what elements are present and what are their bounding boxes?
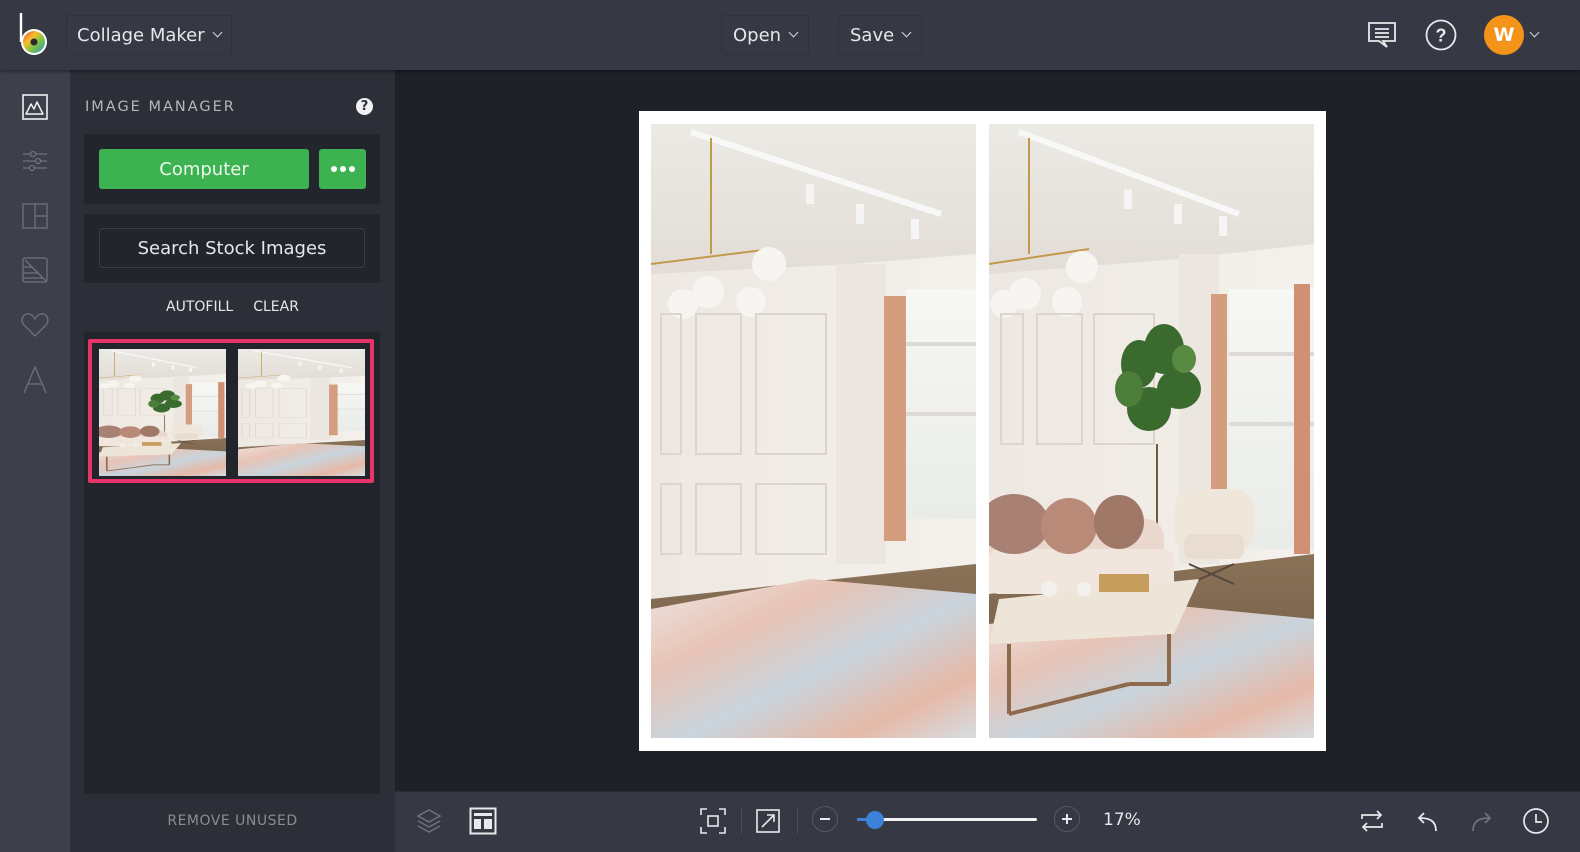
user-avatar[interactable]: W xyxy=(1484,15,1524,55)
zoom-slider-thumb[interactable] xyxy=(866,811,884,829)
collage-canvas xyxy=(639,111,1326,751)
zoom-in-button[interactable] xyxy=(1054,806,1080,832)
empty-room-photo xyxy=(238,349,365,476)
image-thumbnail-empty-room[interactable] xyxy=(238,349,365,476)
top-bar: Collage Maker Open Save ? W xyxy=(0,0,1580,70)
plus-icon xyxy=(1062,814,1072,824)
empty-room-photo xyxy=(651,124,976,738)
layout-icon xyxy=(22,203,48,229)
dot-icon xyxy=(348,166,355,172)
search-stock-images-button[interactable]: Search Stock Images xyxy=(99,228,365,268)
app-menu-dropdown[interactable]: Collage Maker xyxy=(66,15,232,55)
chevron-down-icon xyxy=(212,27,223,38)
undo-icon[interactable] xyxy=(1410,804,1444,838)
divider xyxy=(797,808,798,834)
clear-button[interactable]: CLEAR xyxy=(253,299,299,315)
rail-item-edit[interactable] xyxy=(20,146,50,176)
collage-cell-1[interactable] xyxy=(651,124,976,738)
save-button[interactable]: Save xyxy=(838,15,923,55)
open-button[interactable]: Open xyxy=(721,15,810,55)
canvas-workspace xyxy=(395,70,1580,791)
rail-item-text[interactable] xyxy=(20,365,50,395)
panel-title: IMAGE MANAGER xyxy=(85,99,236,115)
swap-icon[interactable] xyxy=(1355,804,1389,838)
background-icon xyxy=(22,257,48,283)
tool-rail xyxy=(0,70,70,852)
living-room-photo xyxy=(989,124,1314,738)
heart-icon xyxy=(21,313,49,337)
minus-icon xyxy=(820,818,830,820)
open-label: Open xyxy=(733,24,782,46)
zoom-slider-track xyxy=(857,818,1037,821)
zoom-percentage: 17% xyxy=(1103,810,1141,830)
divider xyxy=(741,808,742,834)
chevron-down-icon[interactable] xyxy=(1529,27,1540,38)
save-label: Save xyxy=(850,24,895,46)
upload-computer-button[interactable]: Computer xyxy=(99,149,309,189)
rail-item-background[interactable] xyxy=(20,255,50,285)
autofill-button[interactable]: AUTOFILL xyxy=(166,299,233,315)
chevron-down-icon xyxy=(788,27,799,38)
zoom-slider[interactable] xyxy=(857,811,1037,829)
avatar-initial: W xyxy=(1493,24,1515,46)
rail-item-image-manager[interactable] xyxy=(20,92,50,122)
upload-section: Computer xyxy=(84,134,380,204)
actual-size-icon[interactable] xyxy=(751,804,785,838)
remove-unused-button[interactable]: REMOVE UNUSED xyxy=(70,813,395,829)
chevron-down-icon xyxy=(901,27,912,38)
image-thumbnail-living-room[interactable] xyxy=(99,349,226,476)
rail-item-layouts[interactable] xyxy=(20,201,50,231)
dot-icon xyxy=(330,166,337,172)
rail-item-graphics[interactable] xyxy=(20,310,50,340)
image-actions: AUTOFILL CLEAR xyxy=(70,299,395,315)
zoom-out-button[interactable] xyxy=(812,806,838,832)
image-manager-panel: IMAGE MANAGER ? Computer Search Stock Im… xyxy=(70,70,395,852)
layout-template-icon[interactable] xyxy=(466,804,500,838)
living-room-photo xyxy=(99,349,226,476)
sliders-icon xyxy=(23,150,47,172)
text-icon xyxy=(23,366,47,394)
more-sources-button[interactable] xyxy=(319,149,366,189)
help-icon[interactable]: ? xyxy=(356,98,373,115)
stock-label: Search Stock Images xyxy=(137,237,327,259)
help-icon[interactable]: ? xyxy=(1423,17,1459,53)
history-clock-icon[interactable] xyxy=(1519,804,1553,838)
bottom-toolbar: 17% xyxy=(395,791,1580,852)
feedback-icon[interactable] xyxy=(1364,17,1400,53)
image-library xyxy=(84,332,380,794)
befunky-logo[interactable] xyxy=(17,12,53,58)
app-title: Collage Maker xyxy=(77,24,205,46)
svg-text:?: ? xyxy=(1436,26,1447,46)
selected-images-group xyxy=(88,339,374,483)
mountain-image-icon xyxy=(22,94,48,120)
fit-to-screen-icon[interactable] xyxy=(696,804,730,838)
layers-icon[interactable] xyxy=(412,804,446,838)
stock-section: Search Stock Images xyxy=(84,214,380,283)
computer-label: Computer xyxy=(159,158,249,180)
redo-icon[interactable] xyxy=(1465,804,1499,838)
collage-cell-2[interactable] xyxy=(989,124,1314,738)
dot-icon xyxy=(339,166,346,172)
